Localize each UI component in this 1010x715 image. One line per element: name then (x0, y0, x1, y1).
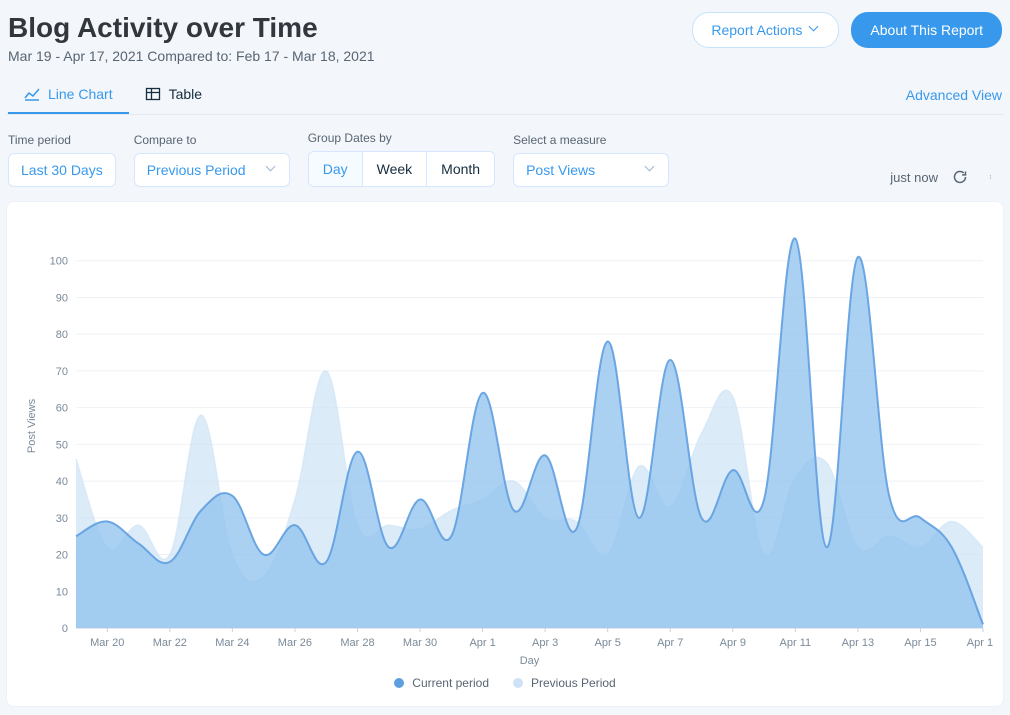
compare-to-label: Compare to (134, 133, 290, 147)
line-chart-icon (24, 86, 40, 102)
svg-text:Mar 30: Mar 30 (403, 637, 437, 649)
svg-text:Mar 26: Mar 26 (278, 637, 312, 649)
measure-label: Select a measure (513, 133, 669, 147)
svg-text:Apr 13: Apr 13 (842, 637, 874, 649)
svg-text:40: 40 (56, 476, 68, 488)
measure-value: Post Views (526, 162, 595, 178)
legend-swatch-current (394, 678, 404, 688)
svg-text:Apr 17: Apr 17 (967, 637, 993, 649)
svg-text:20: 20 (56, 550, 68, 562)
svg-text:Apr 1: Apr 1 (469, 637, 495, 649)
svg-text:0: 0 (62, 623, 68, 635)
svg-text:30: 30 (56, 513, 68, 525)
chevron-down-icon (267, 165, 277, 175)
group-week-button[interactable]: Week (362, 152, 427, 186)
legend-current: Current period (394, 676, 489, 690)
more-options-button[interactable] (982, 167, 1002, 187)
svg-text:90: 90 (56, 292, 68, 304)
advanced-view-link[interactable]: Advanced View (906, 77, 1002, 113)
svg-text:Apr 11: Apr 11 (780, 637, 812, 649)
time-period-select[interactable]: Last 30 Days (8, 153, 116, 187)
svg-text:70: 70 (56, 366, 68, 378)
svg-text:60: 60 (56, 403, 68, 415)
tab-table-label: Table (169, 86, 202, 102)
refresh-button[interactable] (950, 167, 970, 187)
time-period-value: Last 30 Days (21, 162, 103, 178)
legend-previous: Previous Period (513, 676, 616, 690)
svg-text:Apr 7: Apr 7 (657, 637, 683, 649)
svg-text:Day: Day (520, 655, 540, 667)
group-dates-segmented: Day Week Month (308, 151, 495, 187)
about-report-label: About This Report (870, 22, 983, 38)
compare-to-value: Previous Period (147, 162, 246, 178)
chevron-down-icon (646, 165, 656, 175)
group-month-button[interactable]: Month (426, 152, 494, 186)
svg-text:Post Views: Post Views (26, 398, 38, 453)
svg-text:Mar 28: Mar 28 (340, 637, 374, 649)
svg-text:Mar 20: Mar 20 (90, 637, 124, 649)
tab-line-chart[interactable]: Line Chart (8, 76, 129, 114)
chart-card: 0 10 20 30 40 50 60 70 80 90 100 Post Views Day Mar 2… (6, 201, 1004, 707)
legend-swatch-previous (513, 678, 523, 688)
svg-text:Mar 22: Mar 22 (153, 637, 187, 649)
svg-text:Mar 24: Mar 24 (215, 637, 249, 649)
chevron-down-icon (810, 25, 820, 35)
svg-text:50: 50 (56, 439, 68, 451)
legend-previous-label: Previous Period (531, 676, 616, 690)
legend-current-label: Current period (412, 676, 489, 690)
report-actions-button[interactable]: Report Actions (692, 12, 839, 48)
date-range-subtitle: Mar 19 - Apr 17, 2021 Compared to: Feb 1… (8, 48, 375, 64)
svg-text:Apr 15: Apr 15 (904, 637, 936, 649)
measure-select[interactable]: Post Views (513, 153, 669, 187)
svg-text:Apr 9: Apr 9 (720, 637, 746, 649)
last-updated-text: just now (890, 170, 938, 185)
compare-to-select[interactable]: Previous Period (134, 153, 290, 187)
page-title: Blog Activity over Time (8, 12, 375, 44)
time-period-label: Time period (8, 133, 116, 147)
table-icon (145, 86, 161, 102)
group-dates-label: Group Dates by (308, 131, 495, 145)
svg-text:100: 100 (50, 256, 68, 268)
report-actions-label: Report Actions (711, 22, 802, 38)
tab-table[interactable]: Table (129, 76, 218, 114)
svg-text:Apr 3: Apr 3 (532, 637, 558, 649)
svg-text:80: 80 (56, 329, 68, 341)
group-day-button[interactable]: Day (309, 152, 362, 186)
area-chart: 0 10 20 30 40 50 60 70 80 90 100 Post Views Day Mar 2… (21, 214, 993, 668)
tab-line-chart-label: Line Chart (48, 86, 113, 102)
svg-text:Apr 5: Apr 5 (595, 637, 621, 649)
svg-text:10: 10 (56, 586, 68, 598)
about-report-button[interactable]: About This Report (851, 12, 1002, 48)
